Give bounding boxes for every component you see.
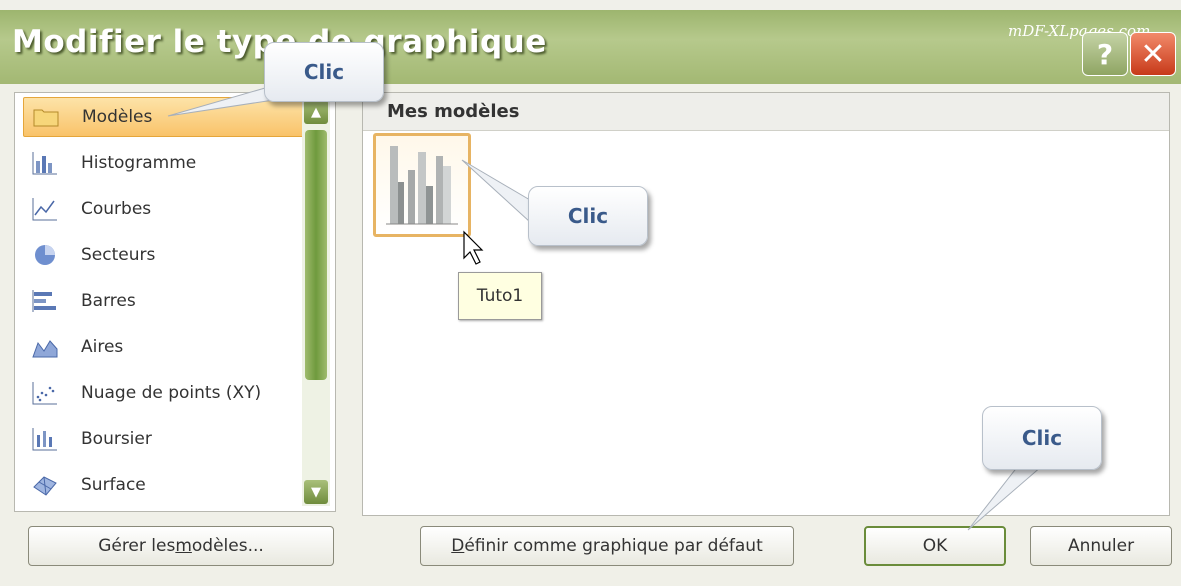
callout-click-thumbnail: Clic: [528, 186, 648, 246]
title-bar: Modifier le type de graphique mDF-XLpage…: [0, 10, 1181, 84]
chart-type-line[interactable]: Courbes: [23, 189, 305, 229]
pie-chart-icon: [31, 242, 59, 268]
callout-click-templates: Clic: [264, 42, 384, 102]
chart-type-label: Barres: [81, 291, 136, 311]
list-scrollbar[interactable]: ▲ ▼: [302, 98, 330, 506]
line-chart-icon: [31, 196, 59, 222]
help-button[interactable]: ?: [1082, 32, 1128, 76]
surface-chart-icon: [31, 472, 59, 498]
cancel-button[interactable]: Annuler: [1030, 526, 1172, 566]
chart-type-scatter[interactable]: Nuage de points (XY): [23, 373, 305, 413]
default-label-accesskey: D: [451, 536, 465, 556]
watermark: mDF-XLpages.com: [1008, 22, 1151, 40]
section-header: Mes modèles: [363, 93, 1169, 131]
chart-type-bar[interactable]: Barres: [23, 281, 305, 321]
dialog-window: Modifier le type de graphique mDF-XLpage…: [0, 0, 1181, 586]
column-chart-icon: [31, 150, 59, 176]
manage-label-accesskey: m: [175, 536, 192, 556]
chart-type-label: Surface: [81, 475, 146, 495]
scroll-up-button[interactable]: ▲: [304, 100, 328, 124]
set-default-chart-button[interactable]: Définir comme graphique par défaut: [420, 526, 794, 566]
manage-label-suffix: odèles...: [191, 536, 264, 556]
manage-templates-button[interactable]: Gérer les m odèles...: [28, 526, 334, 566]
callout-click-ok: Clic: [982, 406, 1102, 470]
chart-type-label: Courbes: [81, 199, 152, 219]
chart-type-label: Modèles: [82, 107, 153, 127]
chart-type-label: Boursier: [81, 429, 152, 449]
chart-type-column[interactable]: Histogramme: [23, 143, 305, 183]
scroll-thumb[interactable]: [305, 130, 327, 380]
default-label-suffix: éfinir comme graphique par défaut: [464, 536, 763, 556]
chart-type-list: Modèles Histogramme Courbes Secteurs Bar…: [14, 92, 336, 512]
chart-type-surface[interactable]: Surface: [23, 465, 305, 505]
folder-icon: [32, 104, 60, 130]
close-button[interactable]: ✕: [1130, 32, 1176, 76]
stock-chart-icon: [31, 426, 59, 452]
chart-type-area[interactable]: Aires: [23, 327, 305, 367]
scatter-chart-icon: [31, 380, 59, 406]
column-chart-thumbnail-icon: [386, 146, 458, 225]
manage-label-prefix: Gérer les: [98, 536, 176, 556]
chart-type-pie[interactable]: Secteurs: [23, 235, 305, 275]
chart-type-label: Secteurs: [81, 245, 156, 265]
scroll-down-button[interactable]: ▼: [304, 480, 328, 504]
chart-type-stock[interactable]: Boursier: [23, 419, 305, 459]
chart-type-label: Aires: [81, 337, 124, 357]
chart-type-templates[interactable]: Modèles: [23, 97, 305, 137]
area-chart-icon: [31, 334, 59, 360]
template-thumbnail[interactable]: [373, 133, 471, 237]
chart-type-label: Nuage de points (XY): [81, 383, 262, 403]
ok-button[interactable]: OK: [864, 526, 1006, 566]
chart-type-label: Histogramme: [81, 153, 197, 173]
bar-chart-icon: [31, 288, 59, 314]
template-tooltip: Tuto1: [458, 272, 542, 320]
